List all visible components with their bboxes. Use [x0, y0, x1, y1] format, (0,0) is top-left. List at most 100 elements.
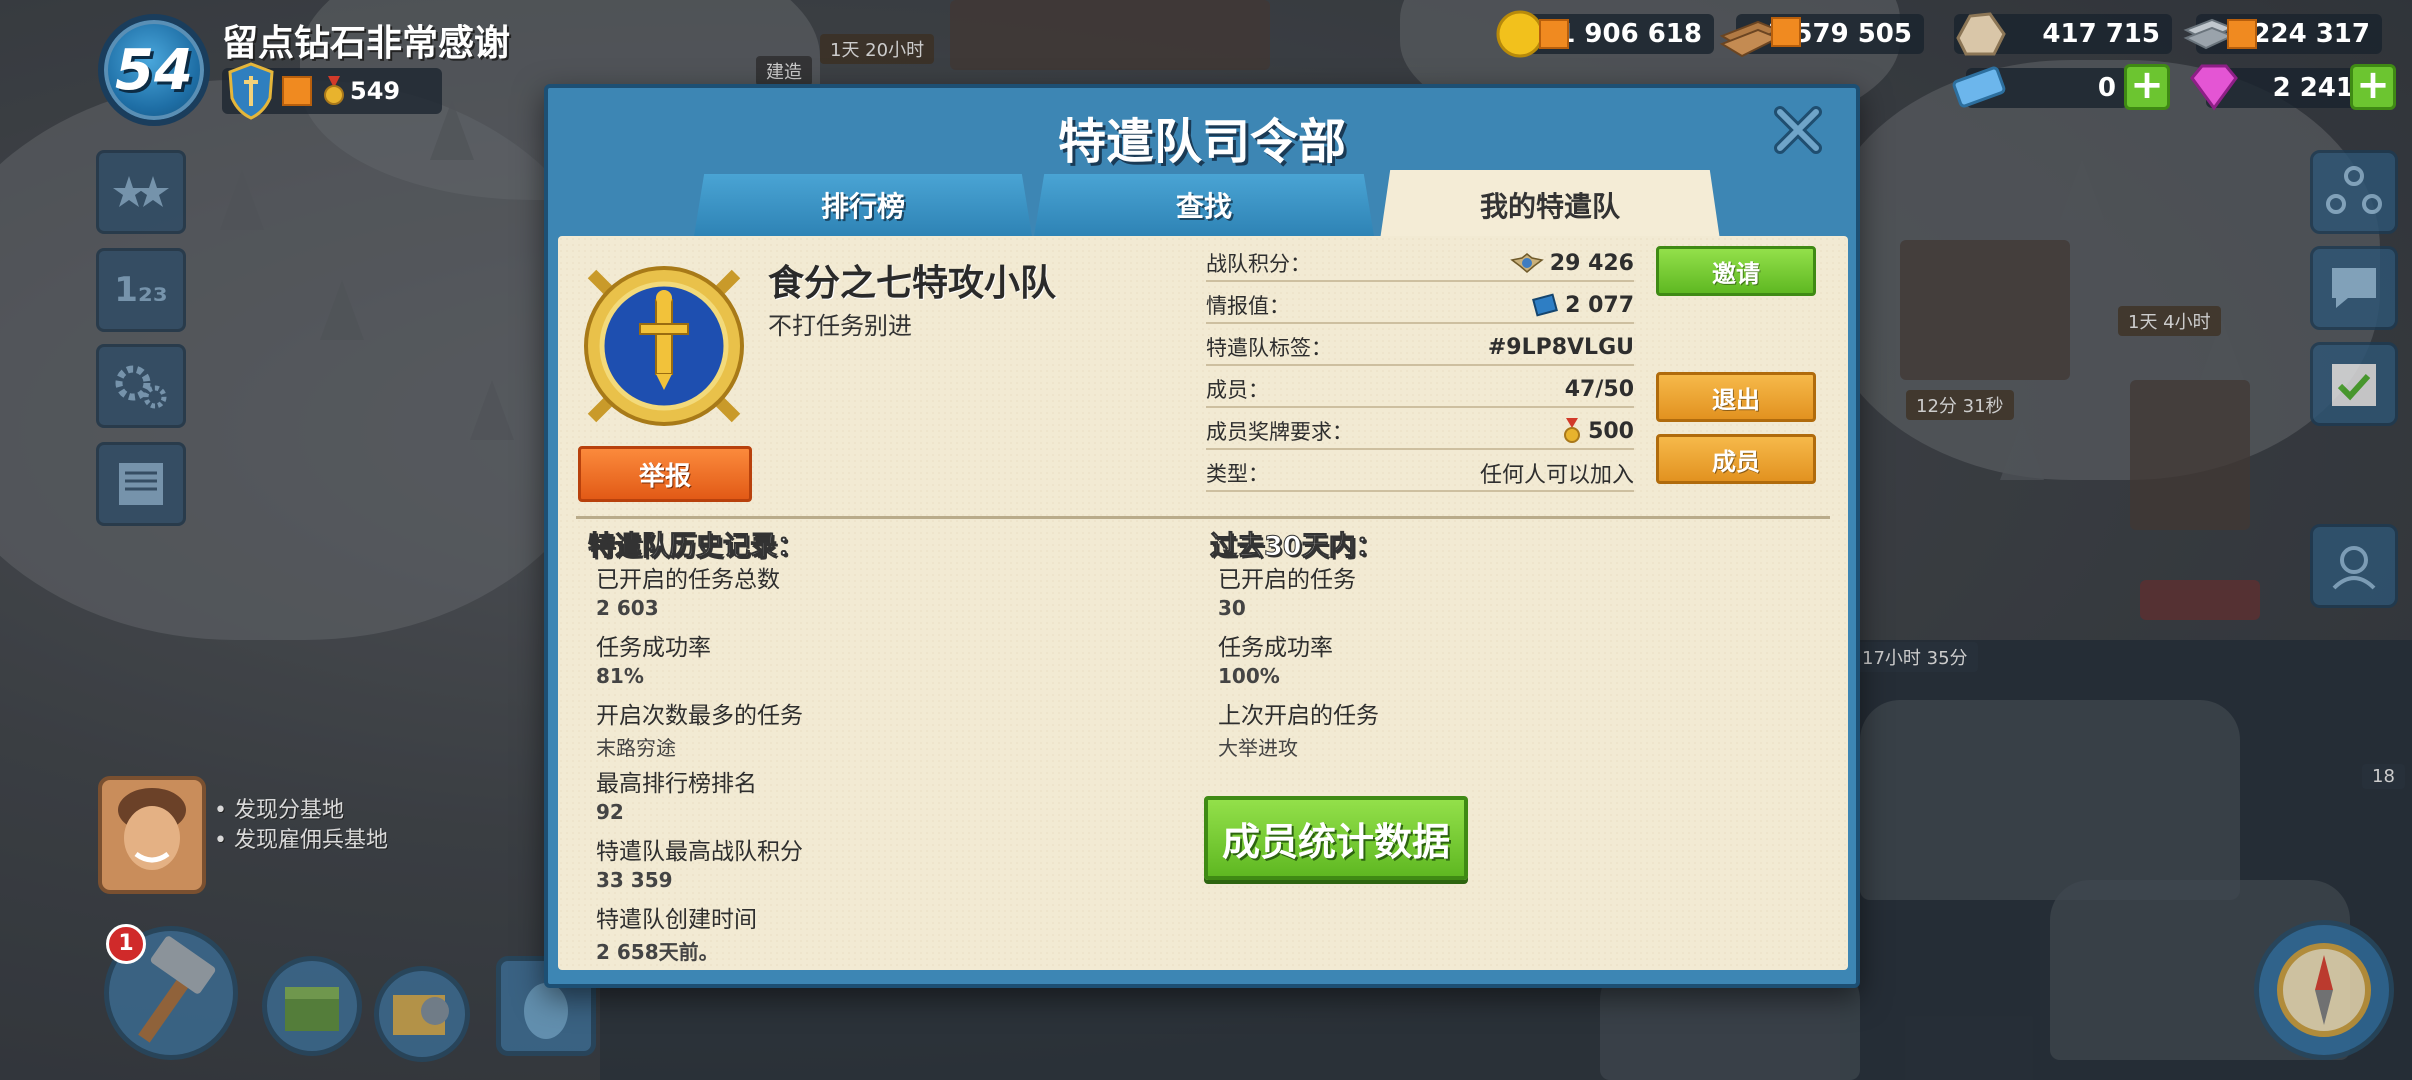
- map-build-label: 建造: [756, 56, 812, 86]
- chat-button[interactable]: [2310, 246, 2398, 330]
- player-level-badge[interactable]: 54: [98, 14, 210, 126]
- medal-icon: [1564, 418, 1581, 443]
- tab-my-taskforce[interactable]: 我的特遣队: [1380, 170, 1720, 240]
- stat-label: 最高排行榜排名: [596, 771, 757, 797]
- map-timer-label: 1天 4小时: [2118, 306, 2221, 336]
- stat-value: 30: [1218, 596, 1246, 620]
- star-menu-button[interactable]: [96, 150, 186, 234]
- stat-value: 2 603: [596, 596, 659, 620]
- newspaper-icon: [119, 463, 163, 505]
- info-row-tag: 特遣队标签： #9LP8VLGU: [1206, 330, 1634, 366]
- profile-button[interactable]: [2310, 524, 2398, 608]
- info-row-intel: 情报值： 2 077: [1206, 288, 1634, 324]
- stat-label: 已开启的任务总数: [596, 567, 780, 593]
- player-sub-bar[interactable]: 549: [222, 62, 442, 120]
- dialog-title: 特遣队司令部: [1057, 114, 1346, 170]
- members-button[interactable]: 成员: [1656, 434, 1816, 484]
- tab-label: 排行榜: [820, 190, 905, 223]
- recent-stat: 上次开启的任务 大举进攻: [1218, 696, 1379, 761]
- stat-value: 末路穷途: [596, 736, 676, 760]
- intel-icon: [1532, 293, 1559, 317]
- report-button[interactable]: 举报: [578, 446, 752, 502]
- stat-value: 2 658天前。: [596, 940, 719, 964]
- map-timer-label: 12分 31秒: [1906, 390, 2014, 420]
- calendar-check-icon: [2332, 364, 2376, 406]
- taskforce-description: 不打任务别进: [768, 312, 912, 340]
- medal-requirement-label: 成员奖牌要求：: [1206, 420, 1353, 444]
- add-ticket-button[interactable]: +: [2124, 64, 2170, 110]
- chat-bubble-icon: [2332, 268, 2376, 308]
- history-stat: 任务成功率 81%: [596, 628, 711, 688]
- info-row-members: 成员： 47/50: [1206, 372, 1634, 408]
- advisor-messages[interactable]: • 发现分基地 • 发现雇佣兵基地: [214, 796, 388, 856]
- tab-label: 我的特遣队: [1479, 190, 1620, 223]
- stat-value: 33 359: [596, 868, 673, 892]
- close-button[interactable]: [1770, 102, 1826, 158]
- history-stat: 开启次数最多的任务 末路穷途: [596, 696, 803, 761]
- ticket-icon: [1952, 66, 2006, 108]
- medal-count: 549: [350, 77, 401, 105]
- tab-leaderboard[interactable]: 排行榜: [694, 174, 1032, 236]
- type-label: 类型：: [1206, 462, 1269, 486]
- gear-icon: [115, 365, 167, 409]
- map-timer-label: 1天 20小时: [820, 34, 935, 64]
- stars-icon: [113, 176, 169, 207]
- taskforce-menu-button[interactable]: [2310, 150, 2398, 234]
- stat-value: 92: [596, 800, 624, 824]
- score-value: 29 426: [1549, 250, 1634, 276]
- news-button[interactable]: [96, 442, 186, 526]
- stat-label: 任务成功率: [1218, 635, 1333, 661]
- medal-requirement-value: 500: [1588, 418, 1634, 444]
- add-diamonds-button[interactable]: +: [2350, 64, 2396, 110]
- leaderboard-button[interactable]: 1₂₃: [96, 248, 186, 332]
- stat-label: 任务成功率: [596, 635, 711, 661]
- close-icon: [1774, 106, 1822, 154]
- chest-icon: [285, 987, 339, 1031]
- taskforce-hq-dialog: 特遣队司令部 排行榜 查找 我的特遣队 食分之七特攻小队 不打任务别进 举报 战…: [544, 84, 1860, 988]
- my-taskforce-panel: 食分之七特攻小队 不打任务别进 举报 战队积分： 29 426 情报值： 2 0…: [558, 236, 1848, 970]
- recent-stat: 任务成功率 100%: [1218, 628, 1333, 688]
- settings-button[interactable]: [96, 344, 186, 428]
- stat-label: 已开启的任务: [1218, 567, 1356, 593]
- advisor-portrait[interactable]: [98, 776, 206, 894]
- compass-icon: [2277, 943, 2371, 1037]
- folder-icon: [393, 995, 449, 1035]
- map-timer-label: 18: [2362, 764, 2405, 789]
- inventory-button[interactable]: [262, 956, 362, 1056]
- iron-icon: [2183, 18, 2257, 50]
- intel-label: 情报值：: [1206, 294, 1290, 318]
- history-stat: 特遣队最高战队积分 33 359: [596, 832, 803, 892]
- hammer-notification-badge: 1: [106, 924, 146, 964]
- tag-value: #9LP8VLGU: [1487, 334, 1634, 360]
- history-title: 特遣队历史记录：: [588, 531, 805, 563]
- stat-value: 81%: [596, 664, 644, 688]
- diamond-icon: [2190, 64, 2238, 111]
- history-stat: 已开启的任务总数 2 603: [596, 560, 780, 620]
- advisor-line: • 发现分基地: [214, 798, 344, 823]
- stat-label: 特遣队最高战队积分: [596, 839, 803, 865]
- medal-icon: [322, 76, 346, 106]
- leave-button[interactable]: 退出: [1656, 372, 1816, 422]
- sword-emblem-icon: [584, 266, 744, 426]
- stat-value: 100%: [1218, 664, 1280, 688]
- gold-icon: [1496, 10, 1569, 58]
- attack-map-button[interactable]: [2254, 920, 2394, 1060]
- people-network-icon: [2326, 166, 2382, 214]
- section-divider: [576, 516, 1830, 519]
- info-row-type: 类型： 任何人可以加入: [1206, 456, 1634, 492]
- taskforce-shield-icon: [226, 62, 276, 120]
- intel-map-button[interactable]: [374, 966, 470, 1062]
- tab-search[interactable]: 查找: [1034, 174, 1374, 236]
- member-stats-button[interactable]: 成员统计数据: [1204, 796, 1468, 880]
- invite-button[interactable]: 邀请: [1656, 246, 1816, 296]
- stone-icon: [1956, 12, 2006, 56]
- wood-icon: [1719, 17, 1801, 58]
- history-stat: 特遣队创建时间 2 658天前。: [596, 900, 757, 965]
- winged-badge-icon: [1510, 253, 1544, 273]
- score-label: 战队积分：: [1206, 252, 1311, 276]
- user-silhouette-icon: [2332, 546, 2376, 590]
- daily-tasks-button[interactable]: [2310, 342, 2398, 426]
- taskforce-emblem: [572, 254, 756, 438]
- recent-title: 过去30天内：: [1210, 531, 1384, 563]
- type-value: 任何人可以加入: [1479, 463, 1634, 488]
